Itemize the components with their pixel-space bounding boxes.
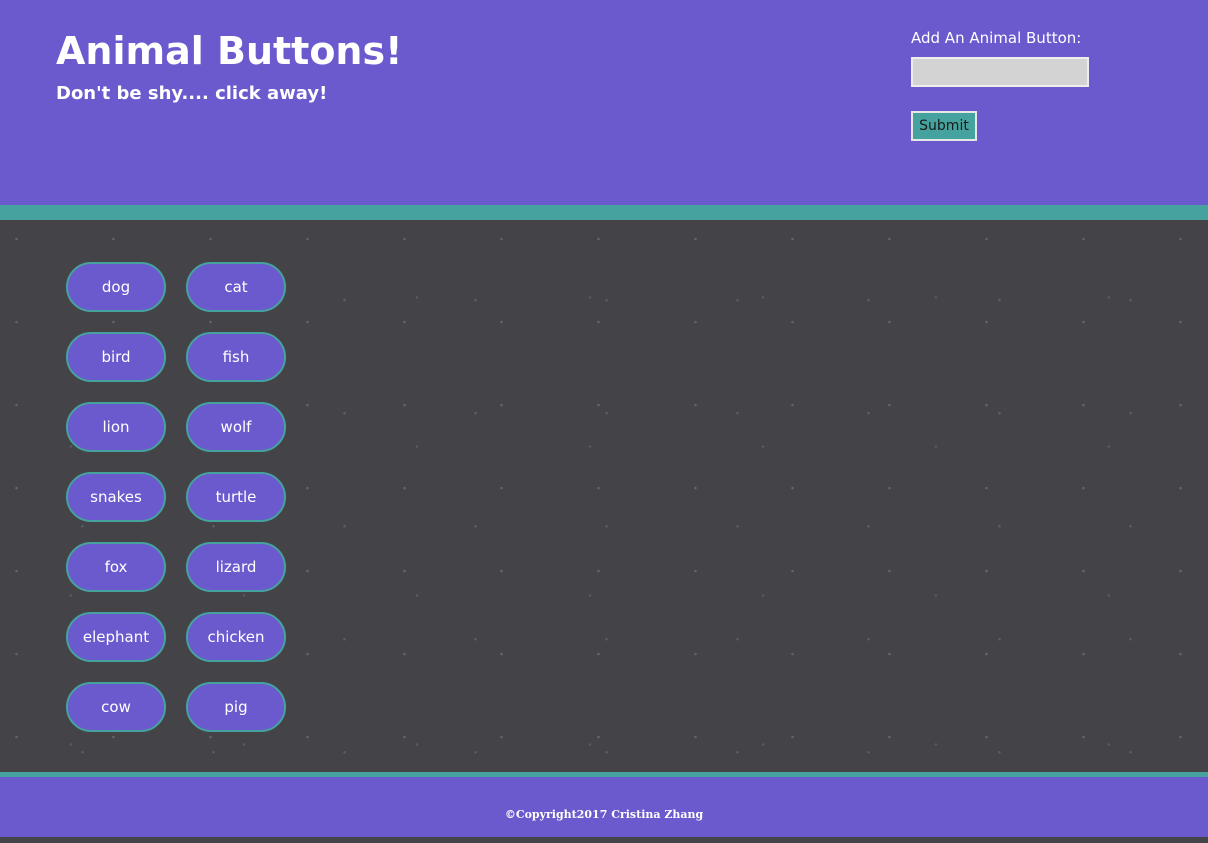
main-content: dog cat bird fish lion wolf snakes turtl… <box>0 220 1208 772</box>
submit-button[interactable]: Submit <box>911 111 977 141</box>
animal-button[interactable]: cow <box>66 682 166 732</box>
animal-button[interactable]: chicken <box>186 612 286 662</box>
animal-button[interactable]: turtle <box>186 472 286 522</box>
header-divider <box>0 205 1208 220</box>
page-header: Animal Buttons! Don't be shy.... click a… <box>0 0 1208 205</box>
animal-name-input[interactable] <box>911 57 1089 87</box>
add-animal-form: Add An Animal Button: Submit <box>911 28 1171 141</box>
animal-button[interactable]: lion <box>66 402 166 452</box>
copyright-text: ©Copyright2017 Cristina Zhang <box>504 808 704 821</box>
add-animal-label: Add An Animal Button: <box>911 29 1082 47</box>
page-footer: ©Copyright2017 Cristina Zhang <box>0 777 1208 837</box>
animal-button[interactable]: wolf <box>186 402 286 452</box>
animal-button[interactable]: dog <box>66 262 166 312</box>
animal-button[interactable]: bird <box>66 332 166 382</box>
animal-button[interactable]: pig <box>186 682 286 732</box>
animal-button[interactable]: lizard <box>186 542 286 592</box>
animal-button[interactable]: elephant <box>66 612 166 662</box>
page-title: Animal Buttons! <box>56 29 403 73</box>
animal-button[interactable]: fox <box>66 542 166 592</box>
animal-button-grid: dog cat bird fish lion wolf snakes turtl… <box>66 262 286 732</box>
animal-button[interactable]: snakes <box>66 472 166 522</box>
page-subtitle: Don't be shy.... click away! <box>56 83 328 104</box>
animal-button[interactable]: fish <box>186 332 286 382</box>
animal-button[interactable]: cat <box>186 262 286 312</box>
